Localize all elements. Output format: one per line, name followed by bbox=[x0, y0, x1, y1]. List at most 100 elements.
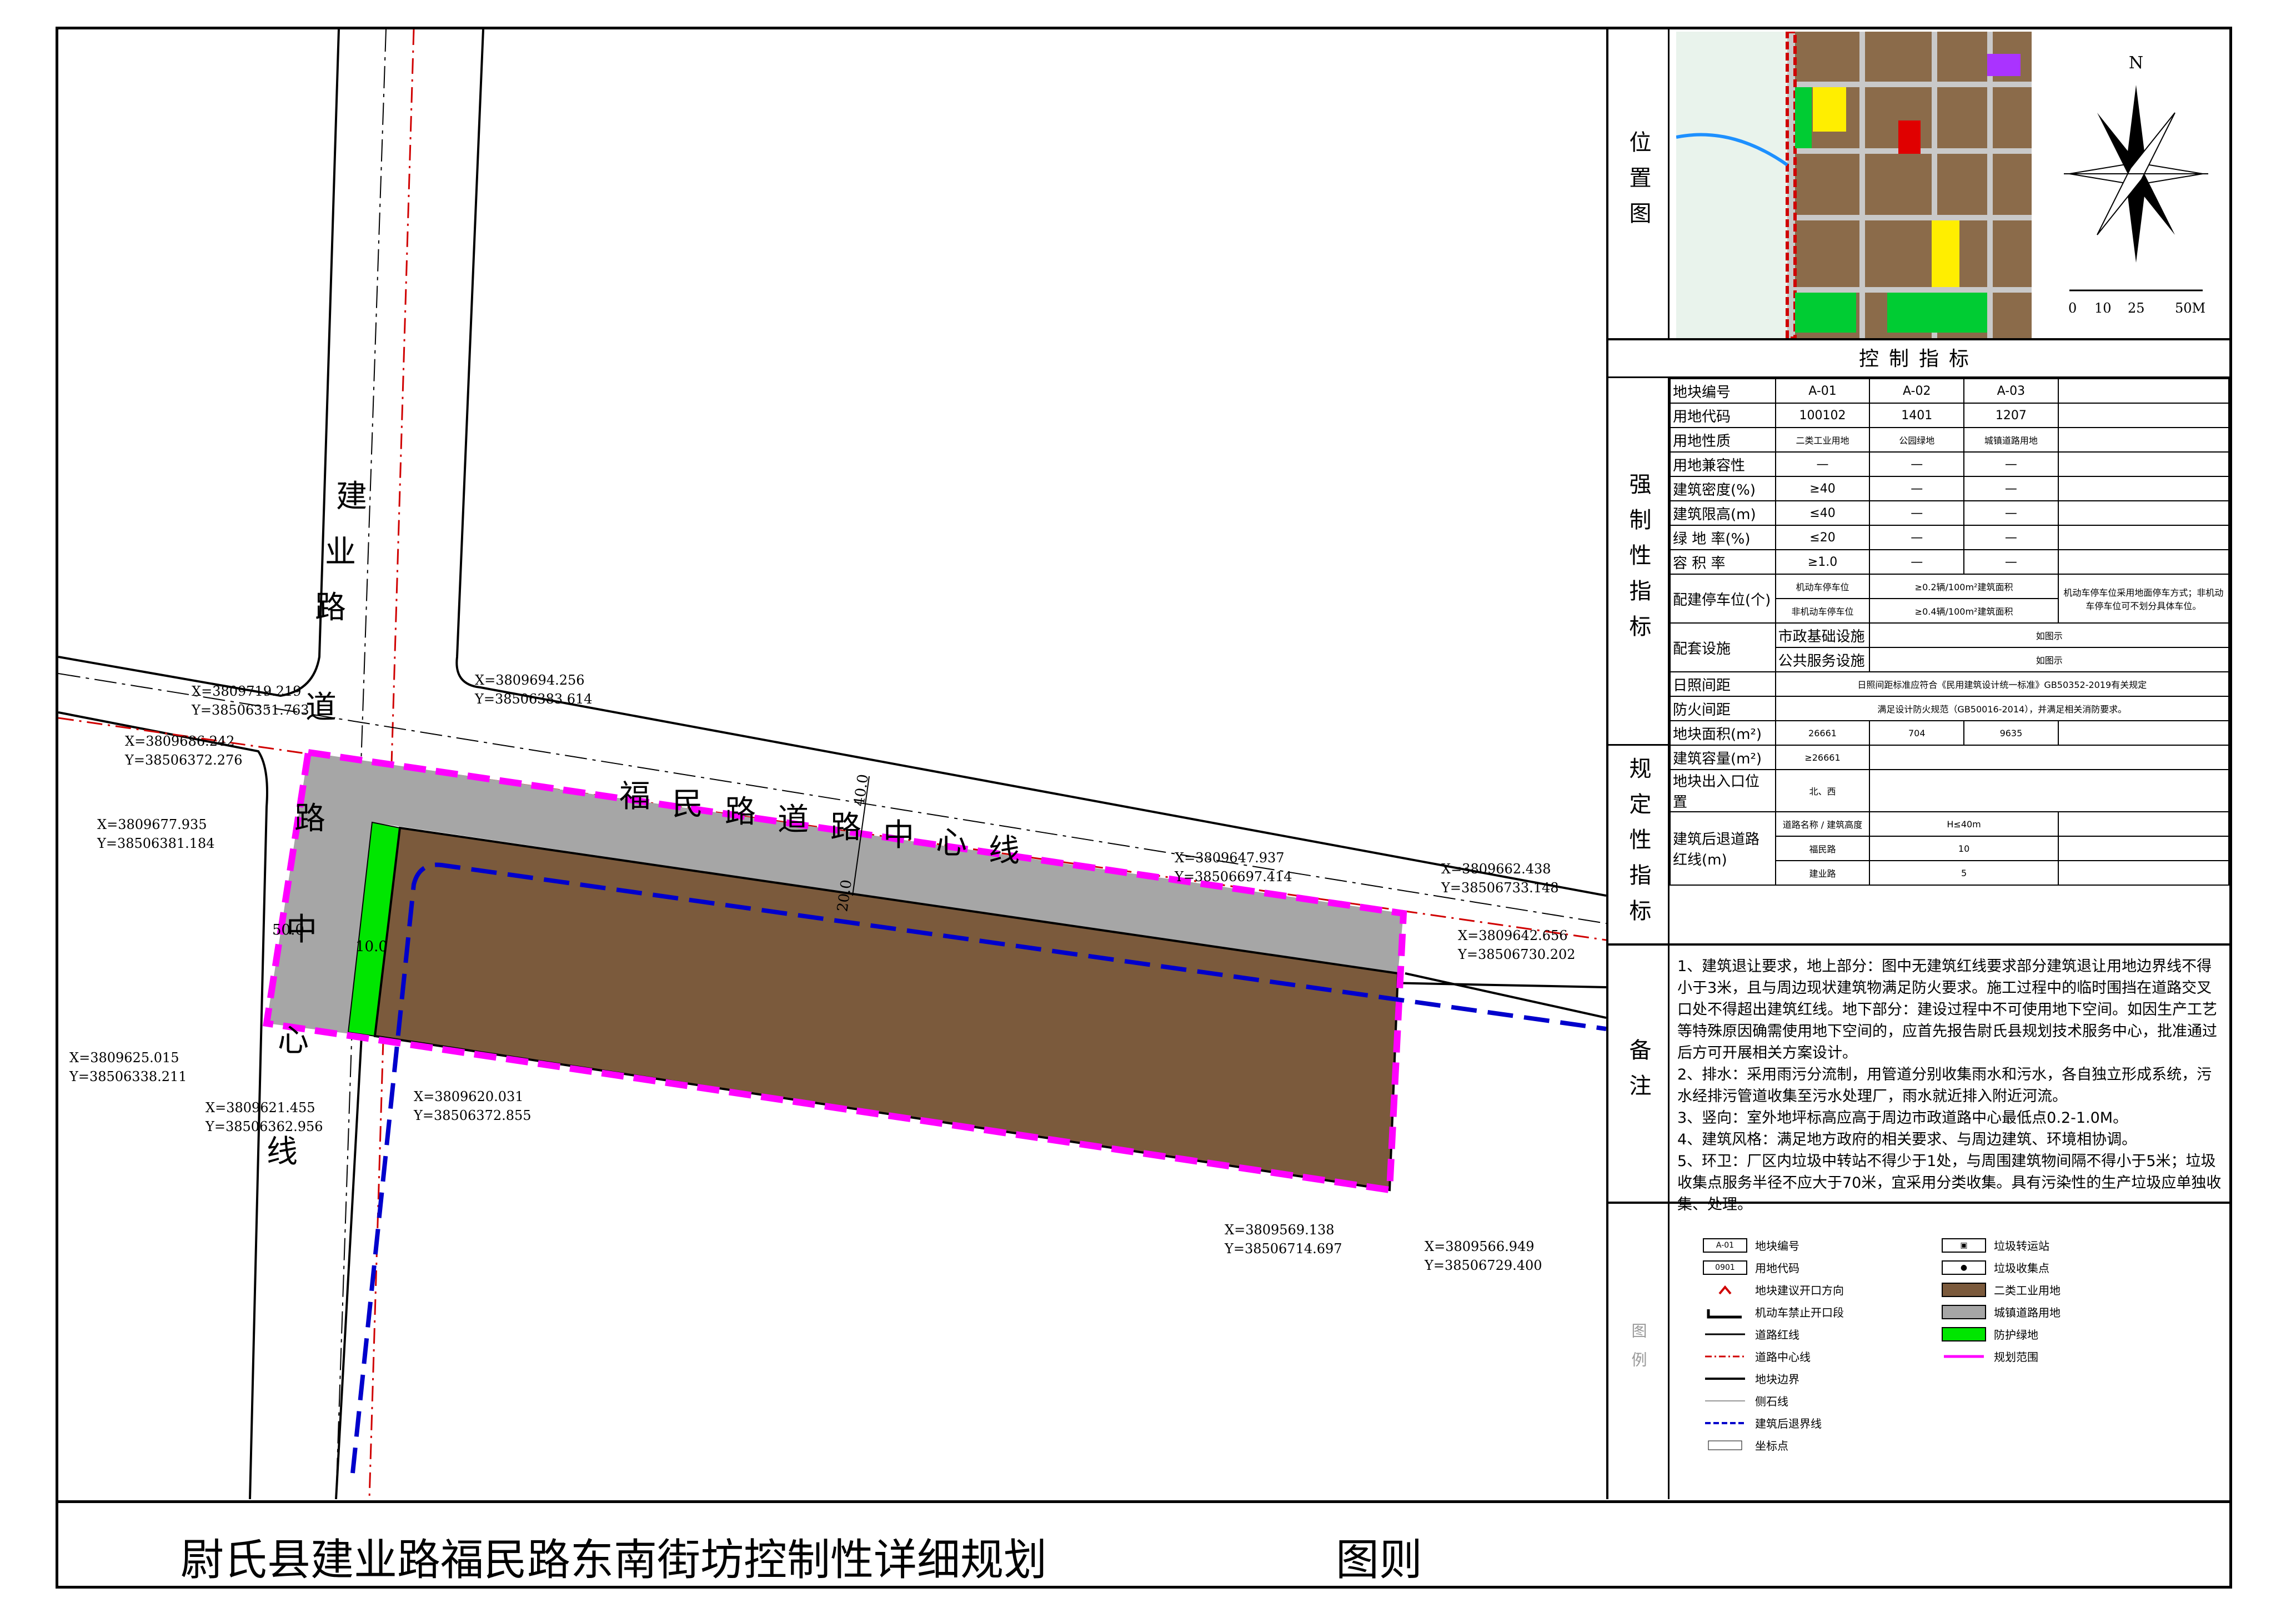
legend-text: 道路中心线 bbox=[1755, 1350, 1811, 1364]
legend-symbol bbox=[1703, 1305, 1747, 1319]
coordinate-point-y: Y=38506381.184 bbox=[97, 836, 215, 851]
scale-label-50: 50M bbox=[2175, 300, 2205, 313]
indicator-cell: 建筑容量(m²) bbox=[1670, 745, 1776, 770]
legend-symbol bbox=[1942, 1304, 1986, 1319]
legend-symbol bbox=[1703, 1394, 1747, 1408]
remark-item: 3、竖向：室外地坪标高应高于周边市政道路中心最低点0.2-1.0M。 bbox=[1677, 1109, 2128, 1127]
indicator-cell: 容 积 率 bbox=[1670, 549, 1776, 575]
legend-item: 坐标点 bbox=[1703, 1437, 1788, 1453]
indicator-cell: — bbox=[1963, 476, 2059, 501]
indicator-cell: 用地兼容性 bbox=[1670, 451, 1776, 477]
legend-item: 规划范围 bbox=[1942, 1348, 2038, 1364]
title-bar: 尉氏县建业路福民路东南街坊控制性详细规划 图则 bbox=[58, 1500, 2230, 1587]
indicator-cell: 100102 bbox=[1774, 403, 1871, 428]
legend-item: ▣ 垃圾转运站 bbox=[1942, 1237, 2049, 1253]
indicator-cell bbox=[2057, 476, 2230, 501]
indicator-cell: 市政基础设施 bbox=[1774, 622, 1871, 648]
indicator-cell bbox=[2057, 836, 2230, 861]
legend-text: 用地代码 bbox=[1755, 1262, 1799, 1275]
indicator-cell: 1207 bbox=[1963, 403, 2059, 428]
indicator-cell: ≤40 bbox=[1774, 500, 1871, 526]
legend-symbol bbox=[1703, 1371, 1747, 1386]
legend-item: 0901 用地代码 bbox=[1703, 1259, 1799, 1275]
indicator-cell: 城镇道路用地 bbox=[1963, 427, 2059, 453]
indicators-section: 控制指标 强制性指标 规定性指标 地块编号 A-01 A-02 A-03 用地代码 100… bbox=[1608, 340, 2230, 946]
legend-text: 垃圾转运站 bbox=[1994, 1239, 2049, 1253]
indicator-cell: 5 bbox=[1869, 860, 2059, 886]
indicator-cell: 机动车停车位采用地面停车方式；非机动车停车位可不划分具体车位。 bbox=[2057, 574, 2230, 624]
indicator-cell: — bbox=[1774, 451, 1871, 477]
info-panel: 位置图 N 0 10 25 50M 控制指标 强制性指标 规定性指标 地块编号 … bbox=[1606, 29, 2230, 1499]
coordinate-point-y: Y=38506372.855 bbox=[413, 1108, 532, 1123]
indicator-cell: 地块面积(m²) bbox=[1670, 720, 1776, 746]
legend-symbol bbox=[1703, 1416, 1747, 1430]
coordinate-point-x: X=3809677.935 bbox=[97, 817, 207, 832]
indicator-cell bbox=[2057, 811, 2230, 837]
indicator-cell: 建筑限高(m) bbox=[1670, 500, 1776, 526]
indicator-cell: 10 bbox=[1869, 836, 2059, 861]
indicator-cell: — bbox=[1963, 549, 2059, 575]
indicator-cell: 满足设计防火规范（GB50016-2014），并满足相关消防要求。 bbox=[1774, 696, 2230, 721]
indicator-cell: 如图示 bbox=[1869, 622, 2229, 648]
legend-item: 侧石线 bbox=[1703, 1393, 1788, 1409]
remarks-section: 备注 1、建筑退让要求，地上部分：图中无建筑红线要求部分建筑退让用地边界线不得小… bbox=[1608, 946, 2229, 1213]
coordinate-point-y: Y=38506733.148 bbox=[1441, 880, 1559, 896]
indicator-cell: — bbox=[1869, 500, 1965, 526]
legend-text: 道路红线 bbox=[1755, 1328, 1799, 1341]
site-plan-map: 建业路道路中心线 福民路道路中心线 50.0 10.0 40.0 20.0 X=380… bbox=[58, 29, 1606, 1499]
scale-label-0: 0 bbox=[2068, 300, 2077, 313]
legend-section: 图例 A-01 地块编号 0901 用地代码 地块建议开口方向 机动车禁止开口段 道路红线道… bbox=[1608, 1204, 2229, 1499]
legend-item: 二类工业用地 bbox=[1942, 1282, 2061, 1298]
drawing-subtitle: 图则 bbox=[1336, 1535, 1423, 1585]
legend-text: 垃圾收集点 bbox=[1994, 1262, 2049, 1275]
coordinate-point-x: X=3809642.656 bbox=[1458, 928, 1568, 943]
coordinate-point-x: X=3809621.455 bbox=[205, 1100, 315, 1116]
location-label: 位置图 bbox=[1625, 130, 1651, 237]
indicator-cell: 9635 bbox=[1963, 720, 2059, 746]
indicator-cell: — bbox=[1869, 549, 1965, 575]
indicator-cell: ≥0.4辆/100m²建筑面积 bbox=[1869, 598, 2059, 624]
coordinate-point-y: Y=38506729.400 bbox=[1424, 1258, 1542, 1273]
legend-symbol bbox=[1942, 1349, 1986, 1364]
indicator-cell: 地块编号 bbox=[1670, 378, 1776, 404]
legend-symbol bbox=[1703, 1283, 1747, 1297]
indicator-cell: 建业路 bbox=[1774, 860, 1871, 886]
coordinate-point-x: X=3809686.242 bbox=[125, 733, 235, 749]
legend-text: 规划范围 bbox=[1994, 1350, 2038, 1364]
indicator-cell: A-02 bbox=[1869, 378, 1965, 404]
coordinate-point-x: X=3809647.937 bbox=[1175, 850, 1285, 866]
indicator-cell: 公共服务设施 bbox=[1774, 647, 1871, 672]
coordinate-point-x: X=3809719.219 bbox=[192, 684, 302, 699]
indicator-cell bbox=[2057, 378, 2230, 404]
legend-item: ● 垃圾收集点 bbox=[1942, 1259, 2049, 1275]
indicator-cell bbox=[2057, 451, 2230, 477]
indicator-cell: 配建停车位(个) bbox=[1670, 574, 1776, 624]
mandatory-label: 强制性指标 bbox=[1625, 472, 1651, 650]
scale-label-10: 10 bbox=[2094, 300, 2112, 313]
indicator-cell: ≥26661 bbox=[1774, 745, 1871, 770]
remark-item: 2、排水：采用雨污分流制，用管道分别收集雨水和污水，各自独立形成系统，污水经排污… bbox=[1677, 1066, 2212, 1105]
indicator-cell: 非机动车停车位 bbox=[1774, 598, 1871, 624]
indicator-cell: 配套设施 bbox=[1670, 622, 1776, 672]
legend-symbol: ● bbox=[1942, 1260, 1986, 1275]
legend-text: 地块建议开口方向 bbox=[1755, 1284, 1844, 1297]
indicator-cell bbox=[1869, 769, 2229, 812]
coordinate-point-y: Y=38506351.763 bbox=[191, 702, 309, 718]
legend-symbol bbox=[1942, 1282, 1986, 1297]
legend-symbol bbox=[1703, 1327, 1747, 1341]
remarks-text: 1、建筑退让要求，地上部分：图中无建筑红线要求部分建筑退让用地边界线不得小于3米… bbox=[1677, 956, 2222, 1215]
indicator-cell: 建筑密度(%) bbox=[1670, 476, 1776, 501]
indicator-cell: 日照间距 bbox=[1670, 671, 1776, 697]
coordinate-point-x: X=3809620.031 bbox=[414, 1089, 524, 1104]
indicator-cell: — bbox=[1963, 525, 2059, 550]
north-arrow: N 0 10 25 50M bbox=[2064, 52, 2208, 316]
indicator-cell bbox=[2057, 525, 2230, 550]
remarks-label: 备注 bbox=[1625, 1038, 1651, 1109]
indicator-cell: 二类工业用地 bbox=[1774, 427, 1871, 453]
legend-item: 道路中心线 bbox=[1703, 1348, 1811, 1364]
indicator-cell: ≥1.0 bbox=[1774, 549, 1871, 575]
indicator-cell: 26661 bbox=[1774, 720, 1871, 746]
north-label: N bbox=[2129, 53, 2143, 73]
indicator-cell bbox=[2057, 720, 2230, 746]
legend-symbol bbox=[1942, 1326, 1986, 1341]
